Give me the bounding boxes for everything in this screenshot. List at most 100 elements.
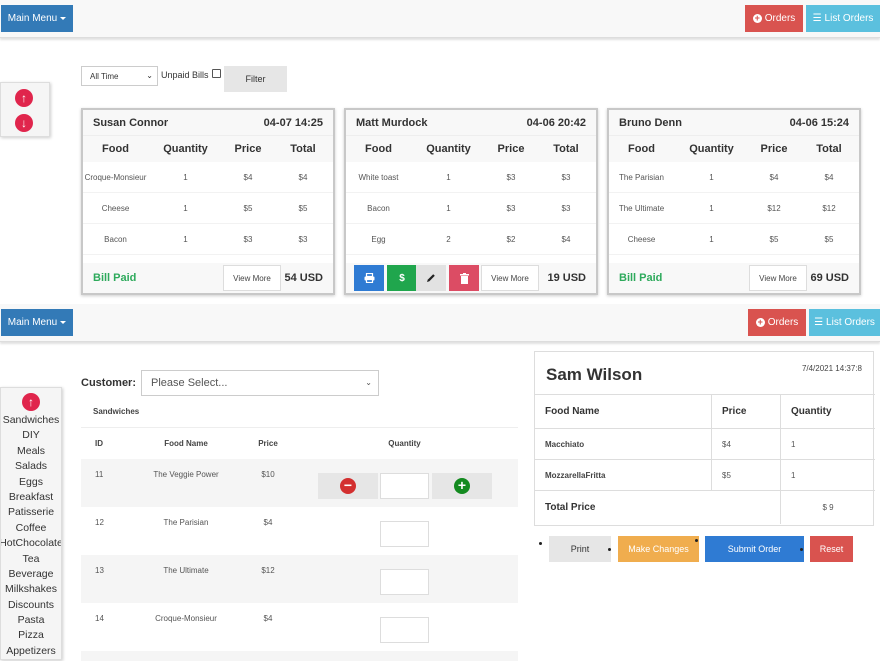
scroll-up-icon[interactable]: ↑ xyxy=(22,393,40,411)
category-item[interactable]: Appetizers xyxy=(1,644,61,659)
category-item[interactable]: Tea xyxy=(1,552,61,567)
chevron-down-icon: ⌄ xyxy=(365,378,372,387)
item-quantity: 1 xyxy=(791,439,796,449)
table-row: 13 The Ultimate $12 xyxy=(81,555,518,603)
reset-button[interactable]: Reset xyxy=(810,536,853,562)
print-button[interactable] xyxy=(354,265,384,291)
quantity-input[interactable] xyxy=(380,473,429,499)
category-item[interactable]: Sandwiches xyxy=(1,413,61,428)
price: $12 xyxy=(767,203,781,213)
quantity: 1 xyxy=(709,234,714,244)
category-item[interactable]: Eggs xyxy=(1,475,61,490)
food-name: The Veggie Power xyxy=(153,470,219,479)
table-row: Cheese 1 $5 $5 xyxy=(83,193,333,224)
category-panel: ↑ Sandwiches DIY Meals Salads Eggs Breakfast P… xyxy=(0,387,62,660)
print-button[interactable]: Print xyxy=(549,536,611,562)
quantity-input[interactable] xyxy=(380,521,429,547)
order-card: Bruno Denn 04-06 15:24 Food Quantity Pri… xyxy=(607,108,861,295)
list-orders-button[interactable]: ☰ List Orders xyxy=(806,5,880,32)
list-orders-button[interactable]: ☰ List Orders xyxy=(809,309,880,336)
bottom-navbar: Main Menu + Orders ☰ List Orders xyxy=(0,304,880,342)
price: $5 xyxy=(769,234,779,244)
top-navbar: Main Menu + Orders ☰ List Orders xyxy=(0,0,880,38)
category-list: Sandwiches DIY Meals Salads Eggs Breakfast Pat… xyxy=(1,413,61,659)
table-row: 11 The Veggie Power $10 − + xyxy=(81,459,518,507)
pencil-icon xyxy=(427,274,435,282)
list-orders-label: List Orders xyxy=(824,13,874,24)
food-id: 12 xyxy=(95,518,104,527)
period-value: All Time xyxy=(90,71,119,81)
order-total: 54 USD xyxy=(284,272,323,284)
total: $4 xyxy=(824,172,834,182)
delete-button[interactable] xyxy=(449,265,479,291)
bullet-dot xyxy=(539,542,542,545)
category-item[interactable]: Meals xyxy=(1,444,61,459)
category-item[interactable]: Pasta xyxy=(1,613,61,628)
price: $5 xyxy=(243,203,253,213)
category-item[interactable]: Breakfast xyxy=(1,490,61,505)
customer-name: Susan Connor xyxy=(93,116,169,129)
food-price: $12 xyxy=(261,566,275,575)
total: $5 xyxy=(824,234,834,244)
col-food-name: Food Name xyxy=(164,439,208,448)
increase-quantity-button[interactable]: + xyxy=(432,473,492,499)
quantity: 1 xyxy=(446,172,451,182)
table-row: 14 Croque-Monsieur $4 xyxy=(81,603,518,651)
col-price: Price xyxy=(712,395,781,428)
category-title: Sandwiches xyxy=(93,407,140,416)
category-item[interactable]: Coffee xyxy=(1,521,61,536)
pay-button[interactable]: $ xyxy=(387,265,417,291)
make-changes-button[interactable]: Make Changes xyxy=(618,536,699,562)
food-name: Egg xyxy=(371,234,386,244)
bullet-dot xyxy=(800,548,803,551)
category-item[interactable]: Patisserie xyxy=(1,505,61,520)
card-footer: Bill Paid View More 69 USD xyxy=(609,263,859,293)
item-quantity: 1 xyxy=(791,470,796,480)
order-total: 19 USD xyxy=(547,272,586,284)
orders-button[interactable]: + Orders xyxy=(748,309,806,336)
plus-circle-icon: + xyxy=(752,13,762,23)
customer-select[interactable]: Please Select... ⌄ xyxy=(141,370,379,396)
quantity-input[interactable] xyxy=(380,617,429,643)
scroll-down-icon[interactable]: ↓ xyxy=(15,114,33,132)
category-item[interactable]: Beverage xyxy=(1,567,61,582)
submit-order-button[interactable]: Submit Order xyxy=(705,536,804,562)
food-name: Bacon xyxy=(104,234,127,244)
category-item[interactable]: DIY xyxy=(1,428,61,443)
category-item[interactable]: HotChocolate xyxy=(1,536,61,551)
unpaid-bills-checkbox[interactable] xyxy=(212,69,221,78)
view-more-button[interactable]: View More xyxy=(481,265,539,291)
quantity-input[interactable] xyxy=(380,569,429,595)
scroll-up-icon[interactable]: ↑ xyxy=(15,89,33,107)
caret-down-icon xyxy=(60,321,67,324)
total: $12 xyxy=(822,203,836,213)
view-more-button[interactable]: View More xyxy=(749,265,807,291)
col-price: Price xyxy=(497,143,525,155)
period-select[interactable]: All Time ⌄ xyxy=(81,66,158,86)
food-name: White toast xyxy=(358,172,399,182)
category-item[interactable]: Discounts xyxy=(1,598,61,613)
edit-button[interactable] xyxy=(416,265,446,291)
card-table-header: Food Quantity Price Total xyxy=(346,136,596,162)
food-price: $4 xyxy=(263,614,273,623)
category-item[interactable]: Salads xyxy=(1,459,61,474)
minus-circle-icon: − xyxy=(340,478,356,494)
orders-button[interactable]: + Orders xyxy=(745,5,803,32)
col-total: Total xyxy=(816,143,842,155)
food-name: The Parisian xyxy=(163,518,209,527)
receipt-item-row: MozzarellaFritta $5 1 xyxy=(535,459,875,490)
category-item[interactable]: Pizza xyxy=(1,628,61,643)
main-menu-button[interactable]: Main Menu xyxy=(1,309,73,336)
filter-button[interactable]: Filter xyxy=(224,66,287,92)
food-id: 11 xyxy=(95,470,104,479)
category-item[interactable]: Milkshakes xyxy=(1,582,61,597)
quantity: 2 xyxy=(446,234,451,244)
food-id: 13 xyxy=(95,566,104,575)
view-more-button[interactable]: View More xyxy=(223,265,281,291)
order-datetime: 04-06 15:24 xyxy=(789,116,849,129)
total: $3 xyxy=(298,234,308,244)
decrease-quantity-button[interactable]: − xyxy=(318,473,378,499)
order-datetime: 04-07 14:25 xyxy=(263,116,323,129)
main-menu-button[interactable]: Main Menu xyxy=(1,5,73,32)
col-id: ID xyxy=(95,439,103,448)
